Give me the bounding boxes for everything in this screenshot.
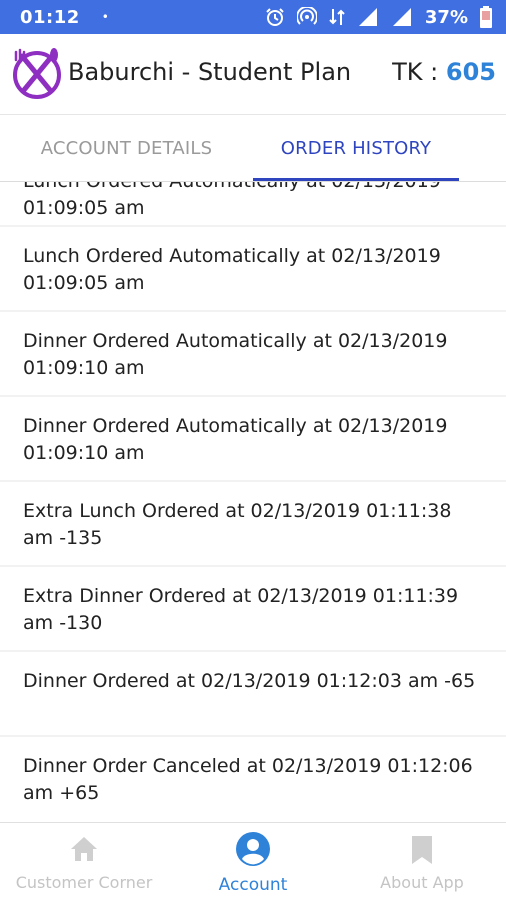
- order-text: Dinner Ordered at 02/13/2019 01:12:03 am…: [23, 670, 476, 692]
- status-time: 01:12: [20, 6, 80, 28]
- balance-label: TK :: [392, 58, 439, 86]
- app-title: Baburchi - Student Plan: [68, 58, 352, 86]
- nav-account[interactable]: Account: [169, 823, 337, 901]
- status-icons: 37%: [265, 0, 492, 34]
- battery-percent: 37%: [424, 6, 468, 28]
- app-bar: Baburchi - Student Plan TK : 605: [0, 34, 506, 115]
- tab-bar: ACCOUNT DETAILS ORDER HISTORY: [0, 115, 506, 182]
- balance: TK : 605: [392, 58, 496, 86]
- alarm-icon: [266, 8, 284, 26]
- list-item[interactable]: Extra Dinner Ordered at 02/13/2019 01:11…: [0, 567, 506, 650]
- order-text: Dinner Ordered Automatically at 02/13/20…: [23, 415, 448, 464]
- notification-dot: •: [101, 10, 109, 24]
- order-text: Lunch Ordered Automatically at 02/13/201…: [23, 182, 441, 219]
- baburchi-logo-icon: [13, 48, 61, 99]
- hotspot-icon: [296, 7, 317, 25]
- nav-label: Customer Corner: [15, 873, 153, 892]
- bookmark-icon: [412, 836, 432, 864]
- nav-about-app[interactable]: About App: [338, 823, 506, 901]
- order-text: Extra Lunch Ordered at 02/13/2019 01:11:…: [23, 500, 452, 549]
- list-item[interactable]: Dinner Ordered Automatically at 02/13/20…: [0, 312, 506, 395]
- nav-label: About App: [380, 873, 464, 892]
- signal-icon: [358, 8, 377, 26]
- data-transfer-icon: [329, 9, 345, 25]
- list-item[interactable]: Lunch Ordered Automatically at 02/13/201…: [0, 182, 506, 225]
- list-item[interactable]: Lunch Ordered Automatically at 02/13/201…: [0, 227, 506, 310]
- list-item[interactable]: Extra Lunch Ordered at 02/13/2019 01:11:…: [0, 482, 506, 565]
- order-text: Dinner Ordered Automatically at 02/13/20…: [23, 330, 448, 379]
- tab-indicator: [253, 178, 459, 181]
- list-item[interactable]: Dinner Ordered Automatically at 02/13/20…: [0, 397, 506, 480]
- home-icon: [71, 837, 97, 861]
- status-bar: 01:12 • 37%: [0, 0, 506, 34]
- order-history-list[interactable]: Lunch Ordered Automatically at 02/13/201…: [0, 182, 506, 822]
- tab-account-details[interactable]: ACCOUNT DETAILS: [0, 115, 253, 181]
- signal-icon-2: [392, 8, 411, 26]
- bottom-navigation: Customer Corner Account About App: [0, 822, 506, 901]
- order-text: Extra Dinner Ordered at 02/13/2019 01:11…: [23, 585, 459, 634]
- battery-icon: [480, 6, 492, 28]
- order-text: Lunch Ordered Automatically at 02/13/201…: [23, 245, 441, 294]
- nav-customer-corner[interactable]: Customer Corner: [0, 823, 168, 901]
- account-circle-icon: [236, 832, 270, 866]
- tab-order-history[interactable]: ORDER HISTORY: [253, 115, 459, 181]
- balance-value: 605: [445, 58, 496, 86]
- nav-label: Account: [218, 875, 288, 895]
- order-text: Dinner Order Canceled at 02/13/2019 01:1…: [23, 755, 473, 804]
- list-item[interactable]: Dinner Ordered at 02/13/2019 01:12:03 am…: [0, 652, 506, 735]
- list-item[interactable]: Dinner Order Canceled at 02/13/2019 01:1…: [0, 737, 506, 822]
